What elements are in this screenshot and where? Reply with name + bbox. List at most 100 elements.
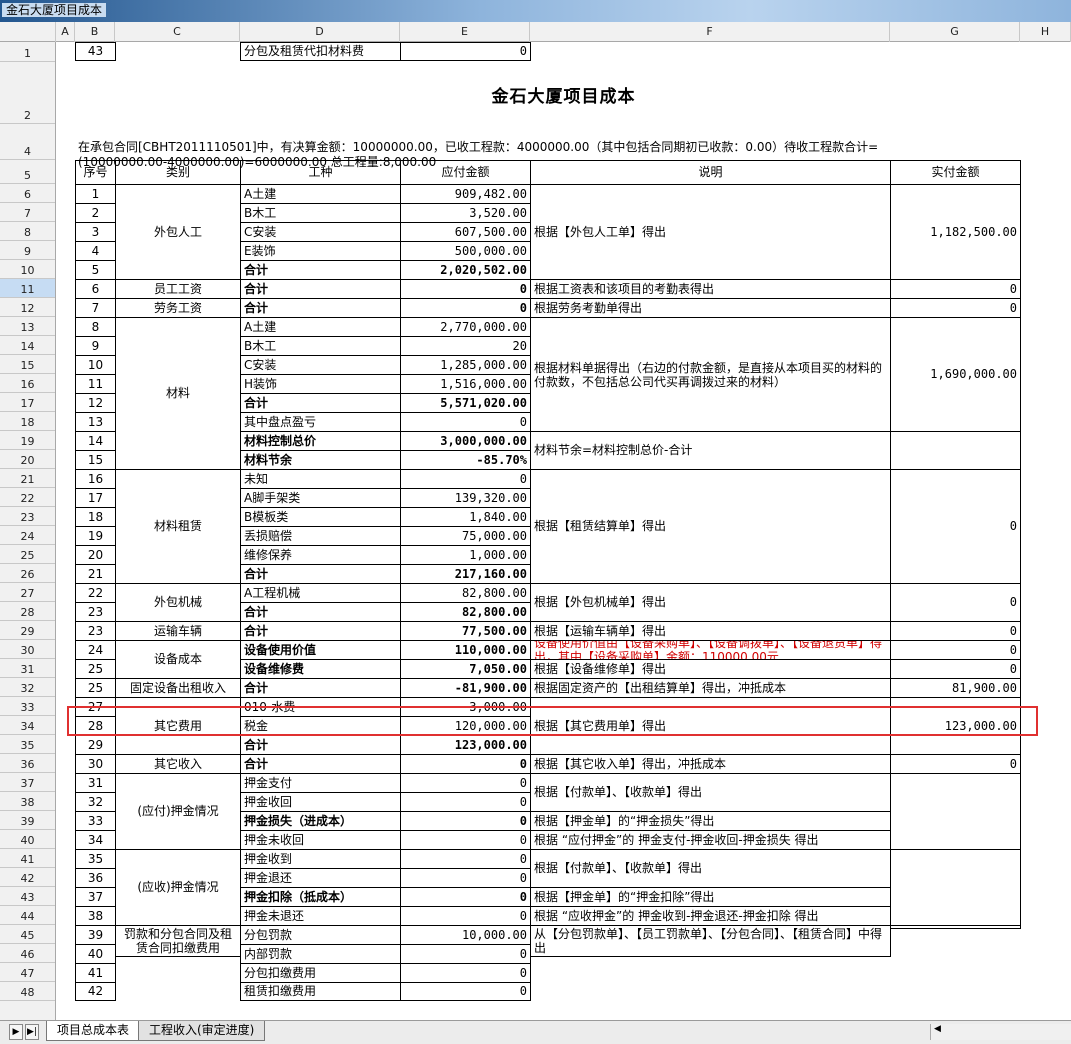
paid-cell[interactable]: 0 — [890, 469, 1021, 584]
row-type[interactable]: 押金收到 — [240, 849, 401, 869]
note-cell[interactable]: 根据【设备维修单】得出 — [530, 659, 891, 679]
paid-cell[interactable] — [890, 849, 1021, 926]
row-payable[interactable]: 75,000.00 — [400, 526, 531, 546]
row-header-42[interactable]: 42 — [0, 868, 55, 887]
row-seq[interactable]: 17 — [75, 488, 116, 508]
row-payable[interactable]: 0 — [400, 773, 531, 793]
row-payable[interactable]: 20 — [400, 336, 531, 356]
row-header-29[interactable]: 29 — [0, 621, 55, 640]
row-header-46[interactable]: 46 — [0, 944, 55, 963]
category-cell[interactable]: 劳务工资 — [115, 298, 241, 318]
note-cell[interactable]: 设备使用价值由【设备采购单】、【设备调拨单】、【设备退货单】得出，其中【设备采购… — [530, 640, 891, 660]
row-payable[interactable]: 0 — [400, 849, 531, 869]
row-header-48[interactable]: 48 — [0, 982, 55, 1001]
row-seq[interactable]: 41 — [75, 963, 116, 983]
row-payable[interactable]: 139,320.00 — [400, 488, 531, 508]
row-type[interactable]: A土建 — [240, 184, 401, 204]
row-header-6[interactable]: 6 — [0, 184, 55, 203]
row-payable[interactable]: 82,800.00 — [400, 583, 531, 603]
paid-cell[interactable]: 0 — [890, 583, 1021, 622]
spreadsheet[interactable]: ABCDEFGH 1 2 4 5 6 7 8 9 10 11 12 13 14 15 16 17 18 19 20 2… — [0, 22, 1071, 1020]
category-cell[interactable]: 外包机械 — [115, 583, 241, 622]
row-header-25[interactable]: 25 — [0, 545, 55, 564]
row-header-21[interactable]: 21 — [0, 469, 55, 488]
row-seq[interactable]: 40 — [75, 944, 116, 964]
paid-cell[interactable] — [890, 925, 1021, 929]
header-note[interactable]: 说明 — [530, 160, 891, 185]
row-type[interactable]: 合计 — [240, 298, 401, 318]
column-header-g[interactable]: G — [890, 22, 1020, 42]
row-header-36[interactable]: 36 — [0, 754, 55, 773]
row-type[interactable]: H装饰 — [240, 374, 401, 394]
note-cell[interactable]: 根据【外包人工单】得出 — [530, 184, 891, 280]
row-seq[interactable]: 8 — [75, 317, 116, 337]
row-payable[interactable]: 3,520.00 — [400, 203, 531, 223]
row-payable[interactable]: 5,571,020.00 — [400, 393, 531, 413]
row-header-9[interactable]: 9 — [0, 241, 55, 260]
row-header-20[interactable]: 20 — [0, 450, 55, 469]
row-type[interactable]: 合计 — [240, 260, 401, 280]
header-type[interactable]: 工种 — [240, 160, 401, 185]
row-header-37[interactable]: 37 — [0, 773, 55, 792]
row-seq[interactable]: 12 — [75, 393, 116, 413]
row-seq[interactable]: 36 — [75, 868, 116, 888]
row-seq[interactable]: 37 — [75, 887, 116, 907]
row-type[interactable]: A脚手架类 — [240, 488, 401, 508]
row-header-1[interactable]: 1 — [0, 42, 55, 62]
paid-cell[interactable] — [890, 431, 1021, 470]
category-cell[interactable]: 其它收入 — [115, 754, 241, 774]
row-seq[interactable]: 23 — [75, 621, 116, 641]
row-type[interactable]: 合计 — [240, 602, 401, 622]
row-payable[interactable]: 0 — [400, 412, 531, 432]
row-seq[interactable]: 30 — [75, 754, 116, 774]
row-seq[interactable]: 13 — [75, 412, 116, 432]
row-header-24[interactable]: 24 — [0, 526, 55, 545]
tab-revenue[interactable]: 工程收入(审定进度) — [138, 1021, 266, 1041]
row-payable[interactable]: 82,800.00 — [400, 602, 531, 622]
row-payable[interactable]: 0 — [400, 279, 531, 299]
note-cell[interactable]: 根据【运输车辆单】得出 — [530, 621, 891, 641]
category-cell[interactable]: (应付)押金情况 — [115, 773, 241, 850]
category-cell[interactable]: 罚款和分包合同及租赁合同扣缴费用 — [115, 925, 241, 957]
row-type[interactable]: 押金损失（进成本） — [240, 811, 401, 831]
note-cell[interactable]: 根据【押金单】的“押金损失”得出 — [530, 811, 891, 831]
row-seq[interactable]: 35 — [75, 849, 116, 869]
sheet-grid[interactable]: 金石大厦项目成本 在承包合同[CBHT2011110501]中，有决算金额：10… — [56, 42, 1071, 1020]
row-payable[interactable]: 0 — [400, 469, 531, 489]
note-cell[interactable]: 根据【付款单】、【收款单】得出 — [530, 773, 891, 812]
row-payable[interactable]: 0 — [400, 868, 531, 888]
row-header-14[interactable]: 14 — [0, 336, 55, 355]
paid-cell[interactable]: 0 — [890, 621, 1021, 641]
note-cell[interactable]: 根据 “应付押金”的 押金支付-押金收回-押金损失 得出 — [530, 830, 891, 850]
row-seq[interactable]: 20 — [75, 545, 116, 565]
row-seq[interactable]: 11 — [75, 374, 116, 394]
row-payable[interactable]: 0 — [400, 830, 531, 850]
row-payable[interactable]: 0 — [400, 754, 531, 774]
row-payable[interactable]: 217,160.00 — [400, 564, 531, 584]
row-header-17[interactable]: 17 — [0, 393, 55, 412]
row-header-7[interactable]: 7 — [0, 203, 55, 222]
row-header-44[interactable]: 44 — [0, 906, 55, 925]
category-cell[interactable]: (应收)押金情况 — [115, 849, 241, 926]
note-cell[interactable]: 根据 “应收押金”的 押金收到-押金退还-押金扣除 得出 — [530, 906, 891, 926]
row-header-18[interactable]: 18 — [0, 412, 55, 431]
row-seq[interactable]: 6 — [75, 279, 116, 299]
row-seq[interactable]: 43 — [75, 42, 116, 61]
row-type[interactable]: 内部罚款 — [240, 944, 401, 964]
paid-cell[interactable]: 1,182,500.00 — [890, 184, 1021, 280]
row-type[interactable]: 分包及租赁代扣材料费 — [240, 42, 401, 61]
row-seq[interactable]: 39 — [75, 925, 116, 945]
scroll-left-icon[interactable]: ◀ — [934, 1024, 941, 1034]
row-type[interactable]: 丢损赔偿 — [240, 526, 401, 546]
row-type[interactable]: 合计 — [240, 393, 401, 413]
row-type[interactable]: B模板类 — [240, 507, 401, 527]
row-payable[interactable]: 1,000.00 — [400, 545, 531, 565]
row-type[interactable]: B木工 — [240, 203, 401, 223]
row-payable[interactable]: 2,020,502.00 — [400, 260, 531, 280]
row-payable[interactable]: 909,482.00 — [400, 184, 531, 204]
row-type[interactable]: C安装 — [240, 355, 401, 375]
row-header-10[interactable]: 10 — [0, 260, 55, 279]
row-header-47[interactable]: 47 — [0, 963, 55, 982]
row-payable[interactable]: 7,050.00 — [400, 659, 531, 679]
row-seq[interactable]: 38 — [75, 906, 116, 926]
